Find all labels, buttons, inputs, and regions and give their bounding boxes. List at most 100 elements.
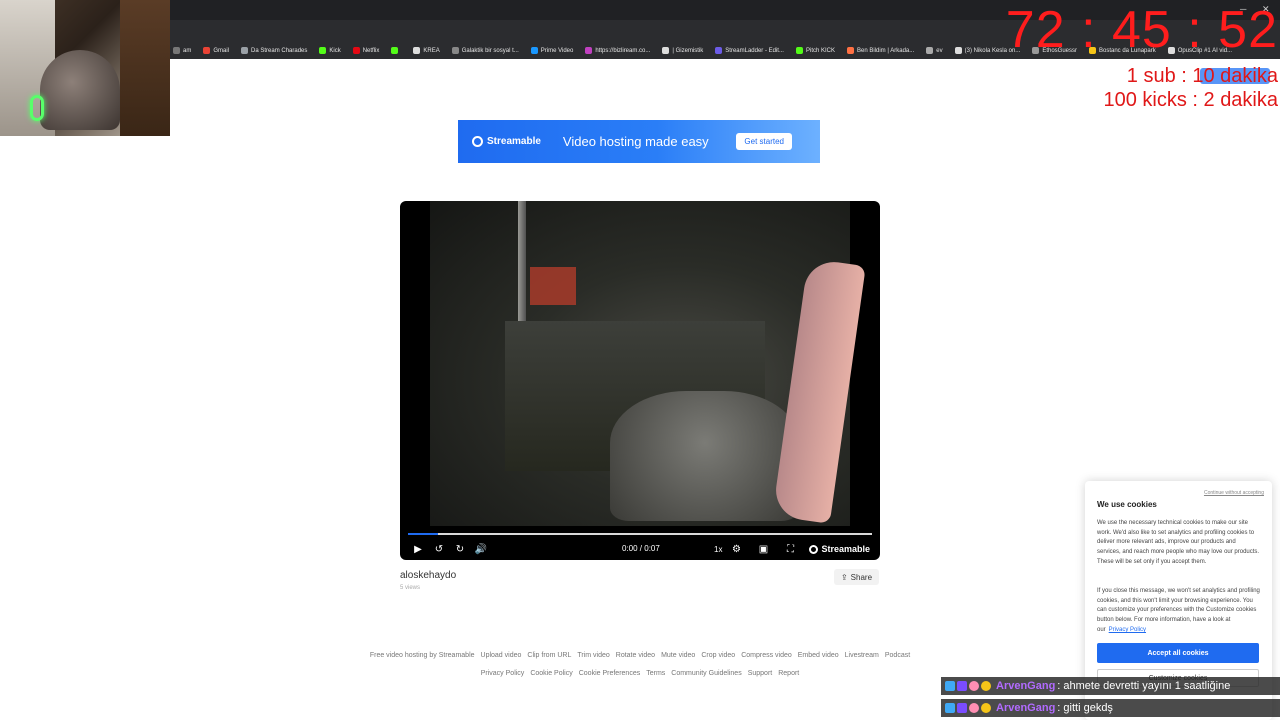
privacy-policy-link[interactable]: Privacy Policy (1109, 627, 1146, 633)
video-frame[interactable] (430, 201, 866, 526)
bookmark-favicon-icon (954, 47, 962, 54)
bookmark-label: Gmail (213, 47, 230, 54)
fullscreen-icon[interactable]: ⛶ (782, 541, 798, 557)
player-brand-label: Streamable (821, 544, 870, 554)
chat-badge-icon (969, 681, 979, 691)
footer-link[interactable]: Crop video (701, 652, 735, 659)
footer-link[interactable]: Free video hosting by Streamable (370, 652, 475, 659)
cookie-paragraph-1: We use the necessary technical cookies t… (1097, 520, 1260, 565)
footer-link[interactable]: Support (748, 670, 773, 677)
footer-link[interactable]: Clip from URL (527, 652, 571, 659)
chat-badge-icon (957, 681, 967, 691)
bookmark-item[interactable]: StreamLadder - Edit... (711, 47, 788, 54)
bookmark-label: Kick (329, 47, 341, 54)
bookmark-label: KREA (423, 47, 440, 54)
bookmark-item[interactable]: Pitch KICK (792, 47, 839, 54)
bookmark-item[interactable]: Ben Bildim | Arkada... (843, 47, 918, 54)
bookmark-item[interactable] (387, 47, 405, 54)
streamable-player-brand[interactable]: Streamable (809, 544, 870, 554)
sub-goal-text: 1 sub : 10 dakika (1126, 65, 1278, 87)
bookmark-item[interactable]: am (169, 47, 195, 54)
bookmark-favicon-icon (926, 47, 934, 54)
chat-badge-icon (981, 681, 991, 691)
bookmark-item[interactable]: ev (922, 47, 946, 54)
chat-username: ArvenGang (996, 702, 1056, 714)
forward-icon[interactable]: ↻ (452, 541, 468, 557)
bookmark-item[interactable]: KREA (409, 47, 443, 54)
picture-in-picture-icon[interactable]: ▣ (755, 541, 771, 557)
accept-all-cookies-button[interactable]: Accept all cookies (1097, 643, 1259, 663)
bookmark-label: Da Stream Charades (251, 47, 308, 54)
footer-link[interactable]: Privacy Policy (481, 670, 525, 677)
kick-goal-text: 100 kicks : 2 dakika (1103, 89, 1278, 111)
streamable-ad-banner[interactable]: Streamable Video hosting made easy Get s… (458, 120, 820, 163)
share-button[interactable]: ⇪ Share (834, 569, 879, 585)
footer-link[interactable]: Mute video (661, 652, 695, 659)
bookmark-label: Prime Video (540, 47, 574, 54)
video-player[interactable]: ▶ ↺ ↻ 🔊 0:00 / 0:07 1x ⚙ ▣ ⛶ Streamable (400, 201, 880, 560)
player-controls: ▶ ↺ ↻ 🔊 0:00 / 0:07 1x ⚙ ▣ ⛶ Streamable (400, 539, 880, 559)
footer-link[interactable]: Rotate video (616, 652, 655, 659)
get-started-button[interactable]: Get started (736, 133, 792, 150)
footer-link[interactable]: Terms (646, 670, 665, 677)
bookmark-item[interactable]: Netflix (349, 47, 384, 54)
frame-arm (772, 258, 866, 524)
bookmark-favicon-icon (352, 47, 360, 54)
footer-link[interactable]: Report (778, 670, 799, 677)
webcam-person (40, 50, 120, 130)
volume-icon[interactable]: 🔊 (473, 541, 489, 557)
chat-username: ArvenGang (996, 680, 1056, 692)
bookmark-item[interactable]: Gmail (199, 47, 233, 54)
footer-links-row2: Privacy Policy Cookie Policy Cookie Prefer… (300, 670, 980, 677)
bookmark-favicon-icon (530, 47, 538, 54)
banner-brand: Streamable (487, 136, 541, 147)
bookmark-item[interactable]: Kick (315, 47, 344, 54)
footer-link[interactable]: Trim video (577, 652, 609, 659)
footer-link[interactable]: Livestream (845, 652, 879, 659)
streamable-logo-icon (472, 136, 483, 147)
frame-blanket (610, 391, 800, 521)
footer-link[interactable]: Cookie Preferences (579, 670, 640, 677)
bookmark-favicon-icon (847, 47, 854, 54)
share-label: Share (850, 572, 873, 582)
footer-link[interactable]: Community Guidelines (671, 670, 741, 677)
bookmark-favicon-icon (319, 47, 327, 54)
footer-link[interactable]: Embed video (798, 652, 839, 659)
share-icon: ⇪ (840, 572, 848, 582)
bookmark-label: Netflix (362, 47, 380, 54)
stream-timer: 72 : 45 : 52 (1005, 1, 1278, 59)
settings-gear-icon[interactable]: ⚙ (728, 541, 744, 557)
continue-without-accepting-link[interactable]: Continue without accepting (1204, 490, 1264, 496)
bookmark-label: | Gizemistik (672, 47, 704, 54)
bookmark-item[interactable]: Da Stream Charades (237, 47, 311, 54)
footer-link[interactable]: Cookie Policy (530, 670, 572, 677)
footer-link[interactable]: Upload video (481, 652, 522, 659)
banner-tagline: Video hosting made easy (562, 134, 709, 149)
chat-badge-icon (969, 703, 979, 713)
chat-text: : gitti gekdş (1057, 702, 1113, 714)
play-icon[interactable]: ▶ (410, 541, 426, 557)
bookmark-favicon-icon (715, 47, 723, 54)
rewind-icon[interactable]: ↺ (431, 541, 447, 557)
bookmark-item[interactable]: | Gizemistik (658, 47, 707, 54)
bookmark-favicon-icon (585, 47, 593, 54)
bookmark-favicon-icon (795, 47, 803, 54)
bookmark-item[interactable]: Prime Video (527, 47, 578, 54)
progress-bar[interactable] (408, 533, 872, 535)
bookmark-item[interactable]: Galaktik bir sosyal t... (448, 47, 523, 54)
playback-speed-button[interactable]: 1x (714, 545, 722, 554)
footer-link[interactable]: Podcast (885, 652, 910, 659)
streamable-player-logo-icon (809, 544, 819, 554)
progress-buffer (408, 533, 438, 535)
cookie-paragraph-2: If you close this message, we won't set … (1097, 587, 1261, 636)
chat-badge-icon (945, 681, 955, 691)
banner-logo: Streamable (472, 136, 541, 147)
bookmark-item[interactable]: https://bizliream.co... (581, 47, 654, 54)
bookmark-favicon-icon (662, 47, 670, 54)
bookmark-favicon-icon (203, 47, 211, 54)
time-display: 0:00 / 0:07 (622, 544, 660, 553)
bookmark-label: StreamLadder - Edit... (725, 47, 784, 54)
chat-message: ArvenGang : gitti gekdş (941, 699, 1280, 717)
bookmark-label: ev (936, 47, 943, 54)
footer-link[interactable]: Compress video (741, 652, 792, 659)
